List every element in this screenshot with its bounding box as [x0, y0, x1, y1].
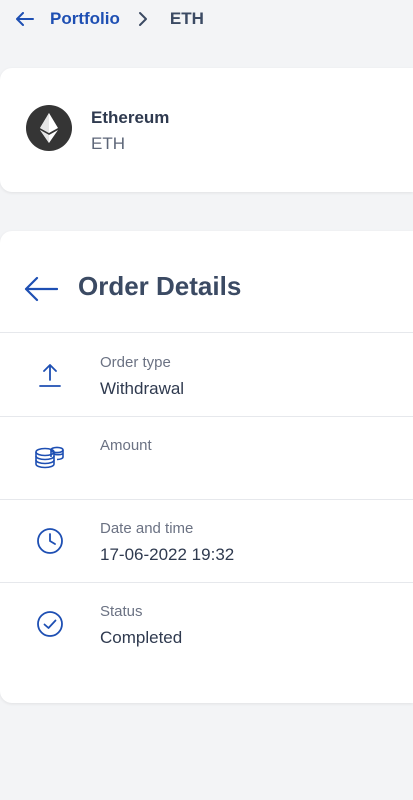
- asset-name: Ethereum: [91, 108, 170, 127]
- order-type-row: Order type Withdrawal: [0, 334, 413, 417]
- ethereum-icon: [26, 105, 72, 151]
- upload-icon: [34, 359, 66, 391]
- date-time-row: Date and time 17-06-2022 19:32: [0, 500, 413, 583]
- amount-label: Amount: [100, 437, 152, 454]
- check-circle-icon: [34, 608, 66, 640]
- amount-row: Amount: [0, 417, 413, 500]
- coins-icon: [34, 442, 66, 474]
- order-details-header: Order Details: [0, 231, 413, 333]
- status-row: Status Completed: [0, 583, 413, 666]
- date-time-value: 17-06-2022 19:32: [100, 545, 235, 564]
- back-arrow-icon[interactable]: [24, 271, 60, 307]
- order-details-card: Order Details Order type Withdrawal Amou…: [0, 231, 413, 703]
- back-arrow-icon[interactable]: [14, 8, 36, 30]
- asset-symbol: ETH: [91, 134, 125, 153]
- breadcrumb: Portfolio ETH: [0, 0, 413, 38]
- order-details-title: Order Details: [78, 271, 242, 301]
- clock-icon: [34, 525, 66, 557]
- breadcrumb-portfolio-link[interactable]: Portfolio: [50, 9, 120, 29]
- order-type-value: Withdrawal: [100, 379, 185, 398]
- date-time-label: Date and time: [100, 520, 194, 537]
- status-label: Status: [100, 603, 143, 620]
- status-value: Completed: [100, 628, 183, 647]
- breadcrumb-current: ETH: [169, 9, 204, 28]
- chevron-right-icon: [138, 11, 154, 27]
- order-type-label: Order type: [100, 354, 171, 371]
